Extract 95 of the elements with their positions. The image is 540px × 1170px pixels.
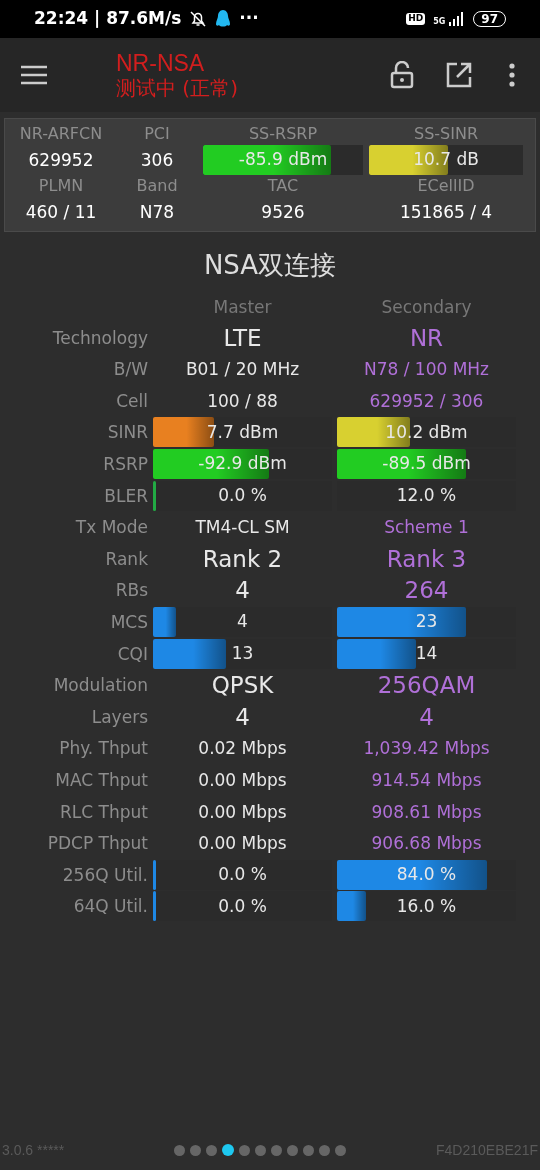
value-text: 0.00 Mbps [197,832,288,856]
value-text: 4 [234,702,251,732]
page-indicator-dot[interactable] [287,1144,299,1156]
column-header: SS-RSRP [247,123,319,145]
row-label: RSRP [102,452,148,476]
row-label: Tx Mode [74,516,148,540]
row-label: BLER [103,484,148,508]
page-indicator-dot[interactable] [174,1144,186,1156]
column-header: NR-ARFCN [18,123,104,145]
row-label: RLC Thput [59,800,148,824]
row-label: 256Q Util. [61,863,148,887]
meter-value: -89.5 dBm [382,452,471,476]
meter-value: -92.9 dBm [198,452,287,476]
row-label: Technology [51,326,148,350]
status-time: 22:24 | 87.6M/s [34,7,182,31]
value-text: 906.68 Mbps [370,832,483,856]
column-header: TAC [266,175,300,197]
row-label: Layers [90,705,148,729]
column-header: Master [212,296,273,319]
page-indicator-dot[interactable] [222,1144,235,1156]
page-indicator-dot[interactable] [255,1144,267,1156]
value-text: LTE [222,323,263,353]
meter-value: 13 [231,641,254,665]
page-indicator-dot[interactable] [271,1144,283,1156]
value-text: 4 [418,702,435,732]
row-label: SINR [106,421,148,445]
column-header: Band [135,175,179,197]
meter-value: -85.9 dBm [238,148,328,172]
app-title: NR-NSA [116,51,206,77]
meter-value: 0.0 % [218,862,267,886]
row-label: Phy. Thput [58,737,148,761]
row-label: B/W [112,358,148,382]
row-label: Cell [115,389,148,413]
meter-value: 16.0 % [396,894,457,918]
value-text: 629952 [27,149,95,172]
network-type-label: 5G [433,18,446,26]
value-text: 0.02 Mbps [197,737,288,761]
row-label: RBs [114,579,148,603]
value-text: 0.00 Mbps [197,800,288,824]
page-indicator-dot[interactable] [239,1144,251,1156]
value-text: 100 / 88 [206,389,279,413]
value-text: 914.54 Mbps [370,768,483,792]
value-text: 4 [234,576,251,606]
page-indicator-dot[interactable] [206,1144,218,1156]
value-text: 1,039.42 Mbps [362,737,491,761]
column-header: SS-SINR [412,123,479,145]
column-header: Secondary [380,296,473,319]
app-subtitle: 测试中 (正常) [116,76,239,99]
meter-value: 0.0 % [218,894,267,918]
more-notifications-text: ··· [239,7,259,31]
value-text: 908.61 Mbps [370,800,483,824]
value-text: B01 / 20 MHz [184,358,301,382]
meter-value: 84.0 % [396,862,457,886]
column-header: PLMN [37,175,85,197]
column-header: ECellID [416,175,476,197]
page-indicator-dot[interactable] [335,1144,347,1156]
row-label: 64Q Util. [72,895,148,919]
value-text: 264 [403,576,450,606]
row-label: Modulation [52,674,148,698]
value-text: 256QAM [376,671,477,701]
row-label: MCS [109,610,148,634]
column-header: PCI [143,123,171,145]
meter-value: 0.0 % [218,483,267,507]
page-indicator-dot[interactable] [190,1144,202,1156]
value-text: N78 [138,201,176,224]
value-text: TM4-CL SM [194,516,291,540]
signal-icon [449,12,466,26]
value-text: N78 / 100 MHz [362,358,491,382]
value-text: 306 [139,149,175,172]
page-indicator-dot[interactable] [319,1144,331,1156]
value-text: Rank 2 [201,544,284,574]
row-label: PDCP Thput [46,832,148,856]
meter-value: 12.0 % [396,483,457,507]
meter-value: 14 [415,641,438,665]
page-indicator-dot[interactable] [303,1144,315,1156]
more-icon [508,63,516,87]
meter-value: 23 [415,610,438,634]
penguin-icon [215,9,232,29]
value-text: Rank 3 [385,544,468,574]
value-text: Scheme 1 [383,516,470,540]
value-text: 629952 / 306 [368,389,485,413]
meter-value: 4 [237,610,248,634]
value-text: 151865 / 4 [398,201,494,224]
section-title: NSA双连接 [202,249,338,282]
value-text: 460 / 11 [24,201,98,224]
hd-badge: HD [406,13,426,25]
value-text: 9526 [260,201,306,224]
value-text: 0.00 Mbps [197,768,288,792]
value-text: NR [408,323,445,353]
meter-value: 10.2 dBm [385,420,468,444]
bell-off-icon [189,10,208,28]
row-label: MAC Thput [54,768,148,792]
row-label: Rank [104,547,148,571]
value-text: QPSK [210,671,275,701]
row-label: CQI [116,642,148,666]
